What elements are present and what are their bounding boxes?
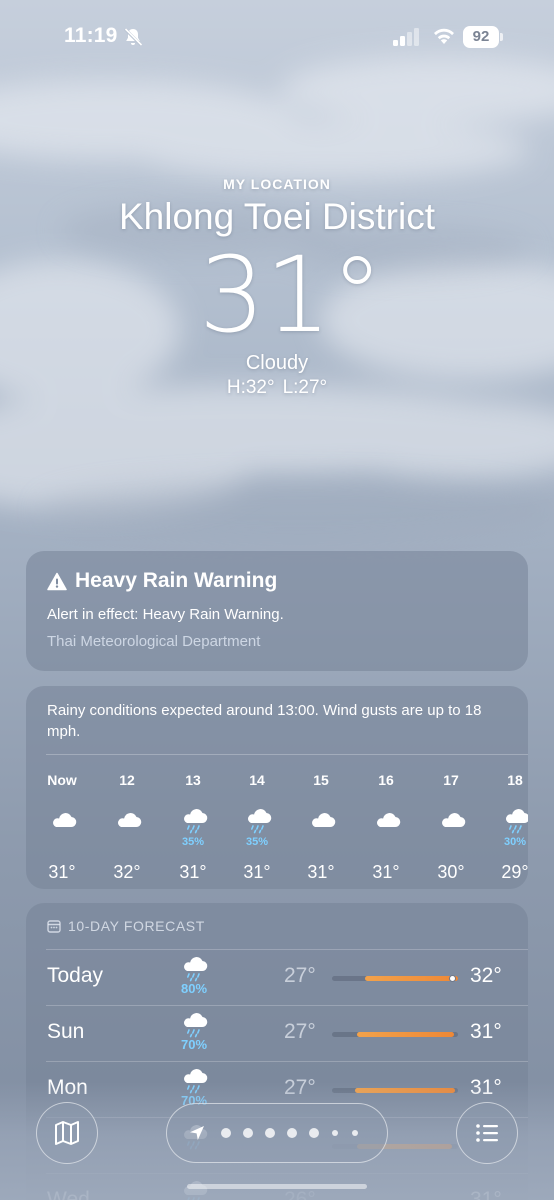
hour-column: 15 31° bbox=[291, 772, 351, 883]
location-label: MY LOCATION bbox=[223, 176, 331, 192]
warning-triangle-icon bbox=[47, 572, 67, 590]
high-temperature: H:32° bbox=[226, 377, 275, 398]
severe-weather-alert[interactable]: Heavy Rain Warning Alert in effect: Heav… bbox=[26, 551, 528, 671]
battery-level: 92 bbox=[463, 26, 499, 48]
hour-column: 14 35% 31° bbox=[227, 772, 287, 883]
day-name: Sun bbox=[47, 1020, 85, 1043]
hour-label: 14 bbox=[249, 772, 265, 788]
location-pager[interactable] bbox=[166, 1103, 388, 1163]
ten-day-title: 10-DAY FORECAST bbox=[68, 918, 205, 934]
hour-temperature: 30° bbox=[437, 862, 465, 882]
ten-day-header: 10-DAY FORECAST bbox=[47, 918, 205, 934]
cloud-icon bbox=[48, 808, 78, 834]
day-row[interactable]: Sun 70% 27° 31° bbox=[26, 1007, 528, 1063]
current-condition: Cloudy bbox=[245, 352, 309, 374]
hour-column: 17 30° bbox=[421, 772, 481, 883]
cloud-icon bbox=[372, 808, 402, 834]
day-high-temperature: 31° bbox=[470, 1020, 502, 1043]
page-dot[interactable] bbox=[265, 1128, 275, 1138]
bell-slash-icon bbox=[123, 27, 143, 47]
cloud-rain-icon bbox=[501, 808, 528, 834]
hour-temperature: 31° bbox=[372, 862, 400, 882]
cloud-rain-icon bbox=[243, 808, 273, 834]
hour-label: 12 bbox=[119, 772, 135, 788]
day-low-temperature: 27° bbox=[284, 1020, 316, 1043]
battery-icon: 92 bbox=[463, 26, 503, 48]
day-name: Today bbox=[47, 964, 104, 987]
home-indicator bbox=[187, 1184, 367, 1189]
hour-label: 13 bbox=[185, 772, 201, 788]
location-arrow-icon bbox=[190, 1126, 204, 1140]
day-low-temperature: 27° bbox=[284, 964, 316, 987]
cloud-icon bbox=[113, 808, 143, 834]
alert-source-link[interactable]: Thai Meteorological Department bbox=[47, 633, 507, 650]
current-weather: MY LOCATION Khlong Toei District 31° Clo… bbox=[0, 176, 554, 399]
map-button[interactable] bbox=[36, 1102, 98, 1164]
temperature-range-bar bbox=[332, 975, 458, 982]
hour-label: 17 bbox=[443, 772, 459, 788]
day-precip-chance: 70% bbox=[180, 1037, 208, 1052]
page-dot[interactable] bbox=[221, 1128, 231, 1138]
status-bar: 11:19 92 bbox=[0, 0, 554, 72]
list-icon bbox=[476, 1124, 498, 1142]
cloud-icon bbox=[307, 808, 337, 834]
page-dot[interactable] bbox=[332, 1130, 338, 1136]
alert-title: Heavy Rain Warning bbox=[75, 569, 278, 592]
hour-temperature: 29° bbox=[501, 862, 528, 882]
day-high-temperature: 32° bbox=[470, 964, 502, 987]
calendar-icon bbox=[47, 920, 61, 933]
temperature-range-bar bbox=[332, 1032, 458, 1037]
hourly-forecast-card[interactable]: Rainy conditions expected around 13:00. … bbox=[26, 686, 528, 889]
cloud-rain-icon bbox=[179, 808, 209, 834]
alert-description: Alert in effect: Heavy Rain Warning. bbox=[47, 606, 284, 623]
hour-label: 18 bbox=[507, 772, 523, 788]
cloud-rain-icon bbox=[179, 1012, 209, 1038]
cellular-signal-icon bbox=[393, 28, 419, 46]
temperature-range-fill bbox=[357, 1032, 455, 1037]
day-row[interactable]: Today 80% 27° 32° bbox=[26, 951, 528, 1007]
hour-precip-chance: 35% bbox=[245, 836, 269, 848]
hour-temperature: 32° bbox=[113, 862, 141, 882]
cloud-rain-icon bbox=[179, 956, 209, 982]
hour-precip-chance: 35% bbox=[181, 836, 205, 848]
hour-label: 15 bbox=[313, 772, 329, 788]
page-dot[interactable] bbox=[309, 1128, 319, 1138]
cloud-icon bbox=[437, 808, 467, 834]
status-time: 11:19 bbox=[64, 24, 118, 47]
hour-column: 18 30% 29° bbox=[485, 772, 528, 883]
locations-list-button[interactable] bbox=[456, 1102, 518, 1164]
wifi-icon bbox=[434, 28, 454, 44]
hour-column: Now 31° bbox=[32, 772, 92, 883]
location-name: Khlong Toei District bbox=[118, 196, 436, 237]
high-low: H:32° L:27° bbox=[0, 377, 554, 399]
map-icon bbox=[55, 1121, 79, 1145]
current-temperature: 31° bbox=[198, 234, 384, 356]
hour-column: 12 32° bbox=[97, 772, 157, 883]
page-dot[interactable] bbox=[352, 1130, 358, 1136]
hour-label: Now bbox=[47, 772, 77, 788]
temperature-range-fill bbox=[364, 976, 458, 981]
page-dot[interactable] bbox=[287, 1128, 297, 1138]
day-precip-chance: 80% bbox=[180, 981, 208, 996]
page-dot[interactable] bbox=[243, 1128, 253, 1138]
hour-temperature: 31° bbox=[179, 862, 207, 882]
low-temperature: L:27° bbox=[282, 377, 328, 398]
hour-column: 16 31° bbox=[356, 772, 416, 883]
hourly-summary: Rainy conditions expected around 13:00. … bbox=[47, 702, 482, 740]
hour-label: 16 bbox=[378, 772, 394, 788]
hour-temperature: 31° bbox=[243, 862, 271, 882]
hour-precip-chance: 30% bbox=[503, 836, 527, 848]
hour-column: 13 35% 31° bbox=[163, 772, 223, 883]
hour-temperature: 31° bbox=[307, 862, 335, 882]
current-temperature-dot bbox=[448, 975, 456, 982]
hour-temperature: 31° bbox=[48, 862, 76, 882]
